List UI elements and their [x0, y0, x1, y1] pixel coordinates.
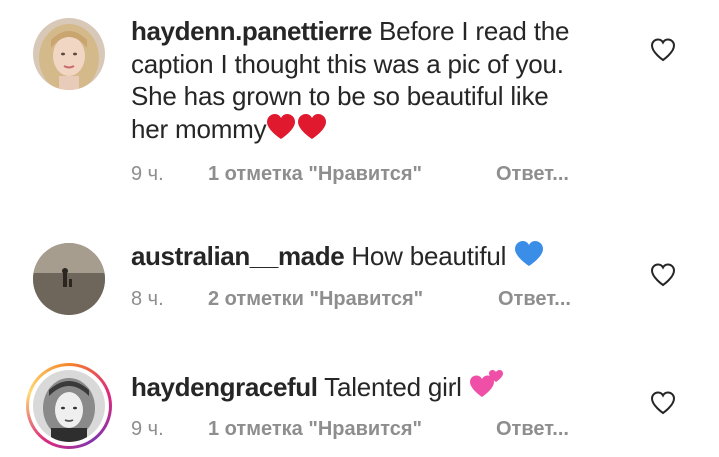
like-button[interactable]	[650, 38, 676, 62]
reply-button[interactable]: Ответ...	[496, 163, 569, 186]
comment-item: haydenn.panettierre Before I read the ca…	[0, 0, 719, 200]
like-button[interactable]	[650, 263, 676, 287]
comment-username[interactable]: australian__made	[131, 241, 345, 271]
avatar-image	[33, 370, 105, 442]
heart-outline-icon	[650, 391, 676, 415]
comment-time: 8 ч.	[131, 288, 164, 310]
comment-text: australian__made How beautiful	[131, 240, 631, 276]
comment-username[interactable]: haydengraceful	[131, 372, 318, 402]
comment-likes-link[interactable]: 1 отметка "Нравится"	[208, 418, 422, 441]
red-hearts-emoji	[266, 113, 328, 149]
avatar-image	[33, 18, 105, 90]
avatar-image	[33, 243, 105, 315]
comment-item: haydengraceful Talented girl 9 ч. 1 отме…	[0, 330, 719, 457]
like-button[interactable]	[650, 391, 676, 415]
heart-outline-icon	[650, 38, 676, 62]
avatar[interactable]	[33, 18, 105, 90]
reply-button[interactable]: Ответ...	[498, 288, 571, 311]
comment-time: 9 ч.	[131, 418, 164, 440]
comment-username[interactable]: haydenn.panettierre	[131, 16, 372, 46]
comment-body: Talented girl	[324, 372, 462, 402]
comment-body-line: caption I thought this was a pic of you.	[131, 48, 564, 79]
comment-body: How beautiful	[351, 241, 507, 271]
comment-likes-link[interactable]: 2 отметки "Нравится"	[208, 288, 423, 311]
comment-body-line: Before I read the	[378, 16, 570, 46]
story-ring[interactable]	[26, 363, 112, 449]
avatar	[33, 370, 105, 442]
heart-outline-icon	[650, 263, 676, 287]
comment-text: haydengraceful Talented girl	[131, 369, 631, 407]
comment-body-line: her mommy	[131, 113, 267, 144]
comment-likes-link[interactable]: 1 отметка "Нравится"	[208, 163, 422, 186]
comment-body-line: She has grown to be so beautiful like	[131, 81, 549, 111]
reply-button[interactable]: Ответ...	[496, 418, 569, 441]
pink-hearts-emoji	[469, 369, 505, 407]
avatar[interactable]	[33, 243, 105, 315]
comment-text: haydenn.panettierre Before I read the ca…	[131, 15, 631, 148]
comment-time: 9 ч.	[131, 163, 164, 185]
comment-item: australian__made How beautiful 8 ч. 2 от…	[0, 200, 719, 330]
blue-heart-emoji	[513, 240, 545, 276]
